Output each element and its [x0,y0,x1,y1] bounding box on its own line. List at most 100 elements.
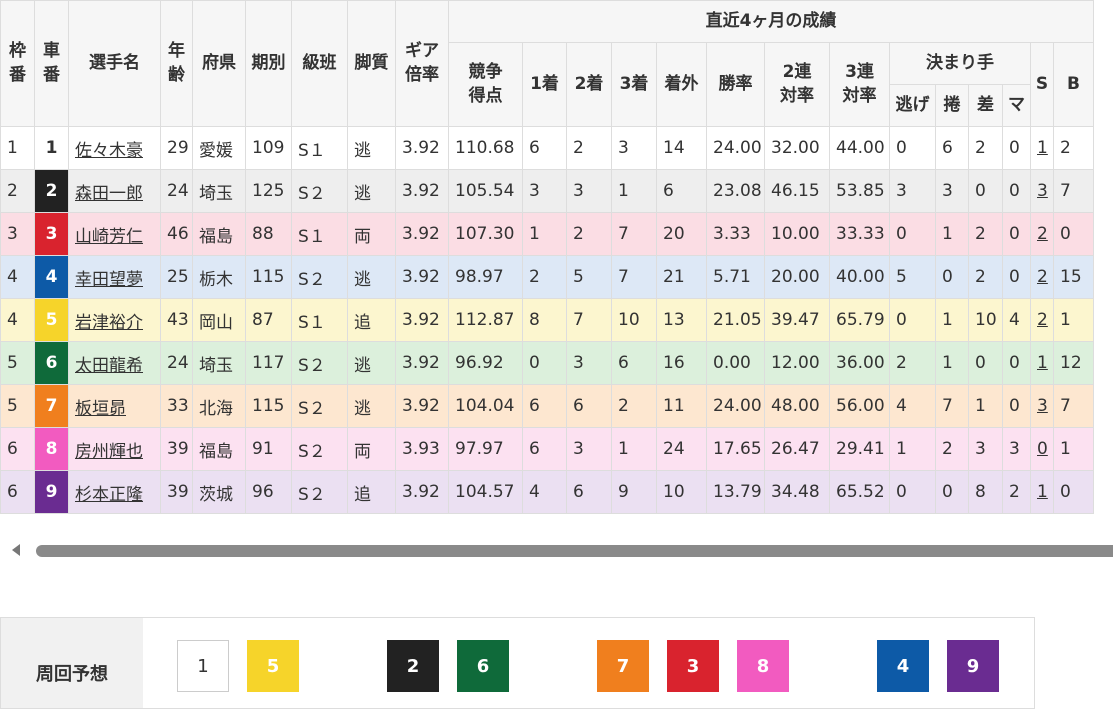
player-name-link[interactable]: 岩津裕介 [68,298,161,342]
table-row: 4 4 幸田望夢 25 栃木 115 S２ 逃 3.92 98.97 2 5 7… [0,255,1094,299]
cell-sashi: 10 [968,298,1003,342]
car-number-badge: 2 [34,169,69,213]
cell-ma: 4 [1002,298,1031,342]
header-out: 着外 [656,42,707,127]
player-name-link[interactable]: 太田龍希 [68,341,161,385]
entry-table-container[interactable]: 枠番 車番 選手名 年齢 府県 期別 級班 脚質 ギア倍率 直近4ヶ月の成績 競… [0,0,1113,514]
cell-s-link[interactable]: 1 [1030,341,1054,385]
header-gear: ギア倍率 [395,0,449,127]
prediction-chip: 4 [877,640,929,692]
header-nige: 逃げ [889,84,936,127]
cell-age: 29 [160,126,193,170]
car-number-badge: 9 [34,470,69,514]
cell-makuri: 3 [935,169,969,213]
cell-ma: 0 [1002,384,1031,428]
player-name-link[interactable]: 杉本正隆 [68,470,161,514]
table-row: 5 7 板垣昴 33 北海 115 S２ 逃 3.92 104.04 6 6 2… [0,384,1094,428]
cell-s-link[interactable]: 3 [1030,169,1054,213]
cell-s-link[interactable]: 1 [1030,126,1054,170]
cell-gear: 3.92 [395,169,449,213]
cell-ren2: 26.47 [764,427,830,471]
entry-table: 枠番 車番 選手名 年齢 府県 期別 級班 脚質 ギア倍率 直近4ヶ月の成績 競… [0,0,1094,514]
cell-term: 87 [245,298,292,342]
cell-b: 7 [1053,384,1094,428]
cell-score: 98.97 [448,255,523,299]
cell-ren2: 34.48 [764,470,830,514]
cell-class: S２ [291,470,348,514]
cell-makuri: 2 [935,427,969,471]
cell-class: S２ [291,427,348,471]
cell-ma: 3 [1002,427,1031,471]
cell-pref: 愛媛 [192,126,246,170]
car-number-badge: 6 [34,341,69,385]
player-name-link[interactable]: 佐々木豪 [68,126,161,170]
horizontal-scrollbar[interactable] [0,536,1113,566]
cell-pref: 岡山 [192,298,246,342]
cell-nige: 0 [889,298,936,342]
cell-ren3: 53.85 [829,169,890,213]
header-term: 期別 [245,0,292,127]
header-class: 級班 [291,0,348,127]
cell-leg: 逃 [347,169,396,213]
cell-makuri: 0 [935,255,969,299]
cell-b: 2 [1053,126,1094,170]
cell-ren2: 10.00 [764,212,830,256]
cell-out: 14 [656,126,707,170]
cell-s-link[interactable]: 2 [1030,255,1054,299]
cell-age: 46 [160,212,193,256]
cell-s-link[interactable]: 2 [1030,212,1054,256]
cell-leg: 逃 [347,255,396,299]
cell-ren3: 65.79 [829,298,890,342]
player-name-link[interactable]: 山崎芳仁 [68,212,161,256]
cell-leg: 両 [347,427,396,471]
cell-ren3: 65.52 [829,470,890,514]
cell-nige: 0 [889,126,936,170]
cell-ren2: 20.00 [764,255,830,299]
cell-nige: 4 [889,384,936,428]
cell-b: 7 [1053,169,1094,213]
cell-s-link[interactable]: 3 [1030,384,1054,428]
cell-pref: 北海 [192,384,246,428]
player-name-link[interactable]: 板垣昴 [68,384,161,428]
cell-ma: 0 [1002,126,1031,170]
player-name-link[interactable]: 房州輝也 [68,427,161,471]
cell-nige: 0 [889,470,936,514]
cell-term: 109 [245,126,292,170]
cell-out: 6 [656,169,707,213]
cell-nige: 0 [889,212,936,256]
cell-waku: 2 [0,169,35,213]
table-row: 4 5 岩津裕介 43 岡山 87 S１ 追 3.92 112.87 8 7 1… [0,298,1094,342]
scrollbar-thumb[interactable] [36,545,1113,557]
cell-s-link[interactable]: 1 [1030,470,1054,514]
cell-first: 4 [522,470,567,514]
cell-term: 96 [245,470,292,514]
cell-age: 39 [160,427,193,471]
cell-ma: 0 [1002,341,1031,385]
cell-first: 1 [522,212,567,256]
scroll-left-arrow-icon[interactable] [12,544,20,556]
player-name-link[interactable]: 幸田望夢 [68,255,161,299]
cell-sashi: 3 [968,427,1003,471]
cell-third: 2 [611,384,657,428]
cell-third: 10 [611,298,657,342]
cell-s-link[interactable]: 2 [1030,298,1054,342]
cell-s-link[interactable]: 0 [1030,427,1054,471]
cell-third: 9 [611,470,657,514]
cell-sashi: 2 [968,212,1003,256]
cell-sashi: 8 [968,470,1003,514]
prediction-chip: 9 [947,640,999,692]
cell-score: 104.04 [448,384,523,428]
cell-ren3: 40.00 [829,255,890,299]
cell-pref: 福島 [192,427,246,471]
cell-gear: 3.92 [395,341,449,385]
player-name-link[interactable]: 森田一郎 [68,169,161,213]
header-name: 選手名 [68,0,161,127]
cell-win: 17.65 [706,427,765,471]
cell-sashi: 0 [968,169,1003,213]
prediction-chip: 7 [597,640,649,692]
cell-win: 23.08 [706,169,765,213]
cell-first: 6 [522,427,567,471]
cell-ren3: 56.00 [829,384,890,428]
cell-first: 8 [522,298,567,342]
cell-nige: 3 [889,169,936,213]
